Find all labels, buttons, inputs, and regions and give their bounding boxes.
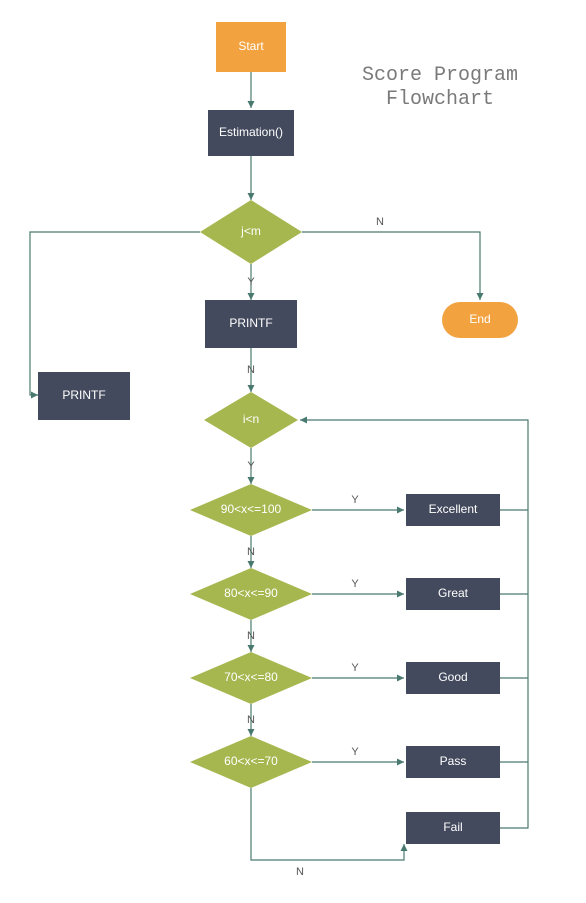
- title-line2: Flowchart: [386, 88, 494, 111]
- label-cond1-n: N: [247, 546, 255, 558]
- label-jm-y: Y: [247, 276, 255, 288]
- edge-jm-end: [302, 232, 480, 300]
- edge-jm-printf2: [30, 232, 200, 395]
- node-cond2-label: 80<x<=90: [224, 586, 278, 600]
- edge-cond4-fail: [251, 788, 404, 860]
- node-cond4-label: 60<x<=70: [224, 754, 278, 768]
- node-end-label: End: [469, 312, 490, 326]
- node-fail-label: Fail: [443, 820, 462, 834]
- label-printf1-n: N: [247, 364, 255, 376]
- node-in-label: i<n: [243, 412, 259, 426]
- node-estimation-label: Estimation(): [219, 125, 283, 139]
- title-line1: Score Program: [362, 64, 518, 87]
- flowchart-canvas: Score Program Flowchart Start Estimation…: [0, 0, 586, 903]
- label-cond2-y: Y: [351, 578, 359, 590]
- node-start-label: Start: [238, 39, 264, 53]
- node-great-label: Great: [438, 586, 469, 600]
- node-pass-label: Pass: [440, 754, 467, 768]
- label-cond2-n: N: [247, 630, 255, 642]
- label-in-y: Y: [247, 460, 255, 472]
- label-jm-n: N: [376, 216, 384, 228]
- node-cond3-label: 70<x<=80: [224, 670, 278, 684]
- label-cond3-n: N: [247, 714, 255, 726]
- node-good-label: Good: [438, 670, 467, 684]
- node-printf2-label: PRINTF: [62, 388, 105, 402]
- node-excellent-label: Excellent: [429, 502, 478, 516]
- node-printf1-label: PRINTF: [229, 316, 272, 330]
- node-cond1-label: 90<x<=100: [221, 502, 282, 516]
- node-jm-label: j<m: [240, 224, 261, 238]
- label-cond1-y: Y: [351, 494, 359, 506]
- label-cond4-n: N: [296, 866, 304, 878]
- label-cond3-y: Y: [351, 662, 359, 674]
- label-cond4-y: Y: [351, 746, 359, 758]
- edge-fail-loop: [500, 510, 528, 828]
